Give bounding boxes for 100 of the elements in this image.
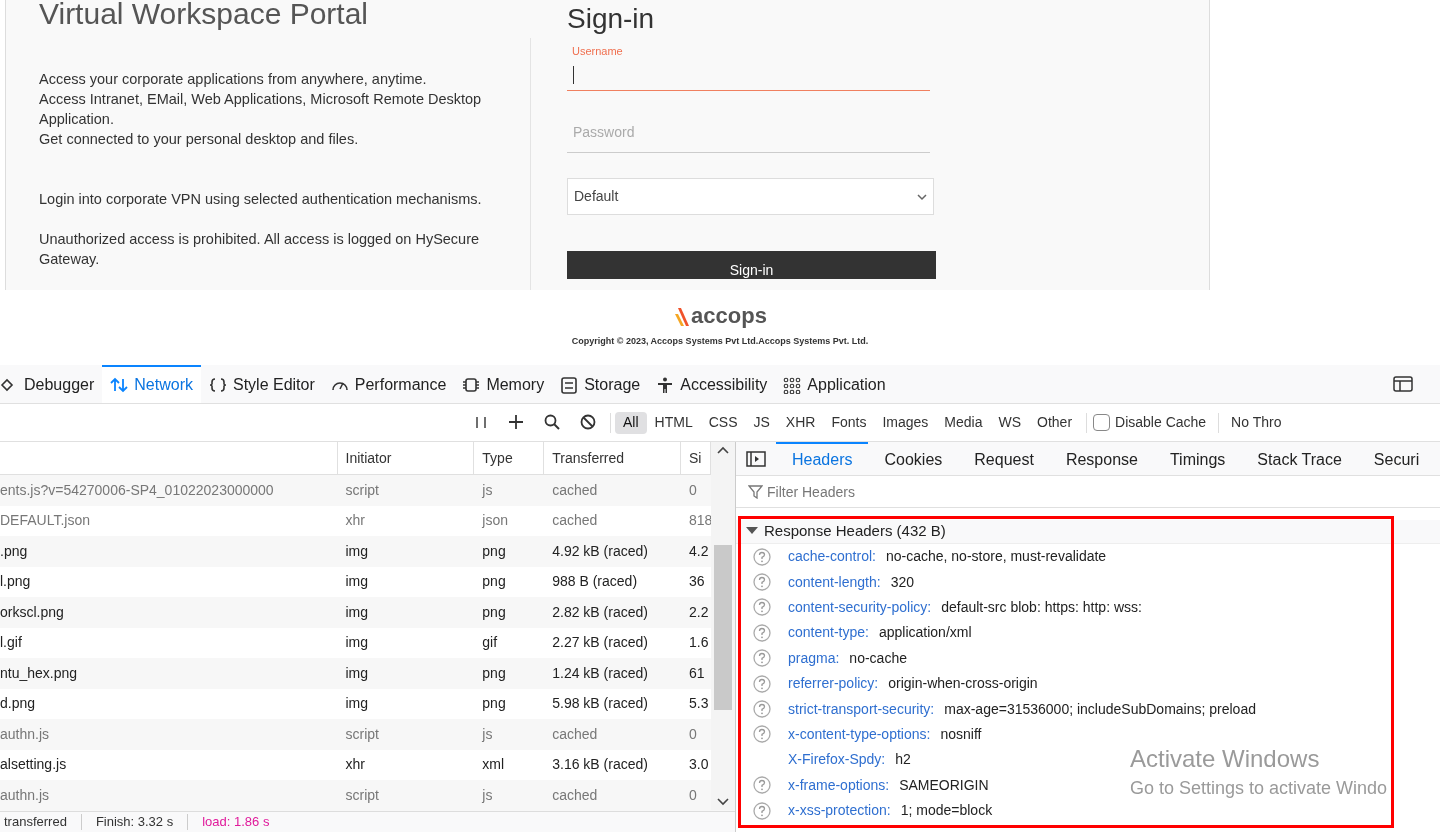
status-text: Finish: 3.32 s	[95, 813, 174, 832]
table-cell-text: 4.2	[688, 541, 710, 561]
panel-tab[interactable]: Timings	[1153, 442, 1242, 475]
person-icon	[656, 376, 675, 394]
filter-button[interactable]: XHR	[777, 411, 824, 434]
section-header[interactable]: Response Headers (432 B)	[736, 520, 1440, 544]
help-icon[interactable]	[753, 801, 771, 820]
table-cell-text: cached	[551, 724, 599, 744]
table-cell-text: DEFAULT.json	[0, 511, 91, 531]
help-icon[interactable]	[753, 623, 771, 642]
filter-button[interactable]: CSS	[700, 411, 746, 434]
os-notice-subtitle: Go to Settings to activate Windo	[1130, 777, 1388, 800]
search-icon[interactable]	[544, 414, 560, 431]
column-header[interactable]: Type	[474, 442, 545, 474]
signin-title: Sign-in	[567, 3, 656, 35]
portal-title: Virtual Workspace Portal	[39, 0, 370, 30]
help-icon[interactable]	[753, 725, 771, 744]
pause-icon[interactable]	[474, 414, 488, 431]
table-cell-text: 988 B (raced)	[551, 572, 639, 592]
help-icon[interactable]	[753, 547, 771, 566]
chevron-down-icon[interactable]	[717, 797, 729, 806]
header-name: content-security-policy:	[788, 597, 932, 617]
header-value: origin-when-cross-origin	[888, 674, 1038, 694]
password-field[interactable]: Password	[567, 111, 930, 153]
header-name: cache-control:	[788, 547, 876, 567]
filter-button[interactable]: Other	[1029, 411, 1081, 434]
table-cell-text: cached	[551, 480, 599, 500]
panel-tab[interactable]: Response	[1049, 442, 1154, 475]
table-cell-text: png	[481, 572, 507, 592]
header-value: 320	[890, 572, 914, 592]
table-cell-text: 0	[688, 480, 698, 500]
sidebar-toggle-icon[interactable]	[746, 450, 766, 467]
panel-tab[interactable]: Cookies	[868, 442, 959, 475]
table-cell-text: img	[344, 694, 370, 714]
header-value: max-age=31536000; includeSubDomains; preload	[944, 699, 1256, 719]
table-cell-text: png	[481, 541, 507, 561]
disable-cache-checkbox[interactable]: Disable Cache	[1093, 412, 1207, 433]
help-icon[interactable]	[753, 776, 771, 795]
help-icon[interactable]	[753, 674, 771, 693]
table-cell-text: ents.js?v=54270006-SP4_01022023000000	[0, 480, 275, 500]
header-value: 1; mode=block	[900, 801, 993, 821]
arrows-icon	[110, 376, 129, 394]
table-cell-text: 4.92 kB (raced)	[551, 541, 649, 561]
table-cell-text: img	[344, 602, 370, 622]
filter-button[interactable]: Fonts	[823, 411, 875, 434]
layout-icon[interactable]	[1393, 376, 1413, 392]
filter-button[interactable]: Images	[874, 411, 937, 434]
devtools-tab[interactable]: Performance	[322, 365, 455, 403]
table-cell-text: xhr	[344, 511, 366, 531]
table-cell-text: 5.3	[688, 694, 710, 714]
table-cell-text: 818	[688, 511, 711, 531]
panel-tab[interactable]: Request	[958, 442, 1050, 475]
table-cell-text: 2.2	[688, 602, 710, 622]
table-cell-text: xml	[481, 755, 506, 775]
devtools-tab[interactable]: Network	[102, 365, 201, 403]
table-cell-text: img	[344, 663, 370, 683]
table-cell-text: orkscl.png	[0, 602, 65, 622]
column-header[interactable]: Initiator	[337, 442, 475, 474]
plus-icon[interactable]	[508, 414, 524, 431]
help-icon[interactable]	[753, 700, 771, 719]
table-cell-text: gif	[481, 633, 499, 653]
filter-button[interactable]: WS	[990, 411, 1030, 434]
table-cell-text: 61	[688, 663, 706, 683]
scrollbar-thumb[interactable]	[714, 545, 732, 710]
header-value: application/xml	[878, 623, 972, 643]
table-cell-text: authn.js	[0, 724, 51, 744]
chevron-up-icon[interactable]	[717, 446, 729, 455]
block-icon[interactable]	[580, 414, 596, 431]
help-icon[interactable]	[753, 573, 771, 592]
table-cell-text: 1.24 kB (raced)	[551, 663, 649, 683]
header-value: SAMEORIGIN	[899, 775, 989, 795]
devtools-tab[interactable]: Style Editor	[200, 365, 323, 403]
status-text: load: 1.86 s	[202, 813, 270, 832]
devtools-tab[interactable]: Memory	[454, 365, 553, 403]
table-cell-text: script	[344, 480, 380, 500]
table-cell-text: alsetting.js	[0, 755, 68, 775]
devtools-tab[interactable]: Accessibility	[648, 365, 776, 403]
copyright-text: Copyright © 2023, Accops Systems Pvt Ltd.Accops Systems Pvt. Ltd.	[571, 335, 869, 348]
table-cell-text: png	[481, 663, 507, 683]
filter-button[interactable]: Media	[936, 411, 991, 434]
column-header[interactable]: Transferred	[544, 442, 682, 474]
panel-tab[interactable]: Stack Trace	[1241, 442, 1358, 475]
table-cell-text: ntu_hex.png	[0, 663, 79, 683]
devtools-tab[interactable]: Application	[775, 365, 894, 403]
realm-dropdown[interactable]: Default	[567, 178, 934, 215]
table-cell-text: cached	[551, 511, 599, 531]
table-cell-text: img	[344, 633, 370, 653]
devtools-tab[interactable]: Debugger	[0, 365, 103, 403]
filter-field[interactable]: Filter Headers	[767, 477, 1428, 506]
table-cell-text: .png	[0, 541, 29, 561]
help-icon[interactable]	[753, 649, 771, 668]
devtools-tab[interactable]: Storage	[552, 365, 649, 403]
filter-button[interactable]: All	[615, 411, 647, 434]
filter-button[interactable]: HTML	[646, 411, 701, 434]
signin-button[interactable]: Sign-in	[567, 251, 936, 279]
throttling-dropdown[interactable]: No Thro	[1231, 412, 1282, 433]
help-icon[interactable]	[753, 598, 771, 617]
filter-button[interactable]: JS	[745, 411, 778, 434]
chip-icon	[462, 376, 481, 394]
panel-tab[interactable]: Securi	[1357, 442, 1436, 475]
